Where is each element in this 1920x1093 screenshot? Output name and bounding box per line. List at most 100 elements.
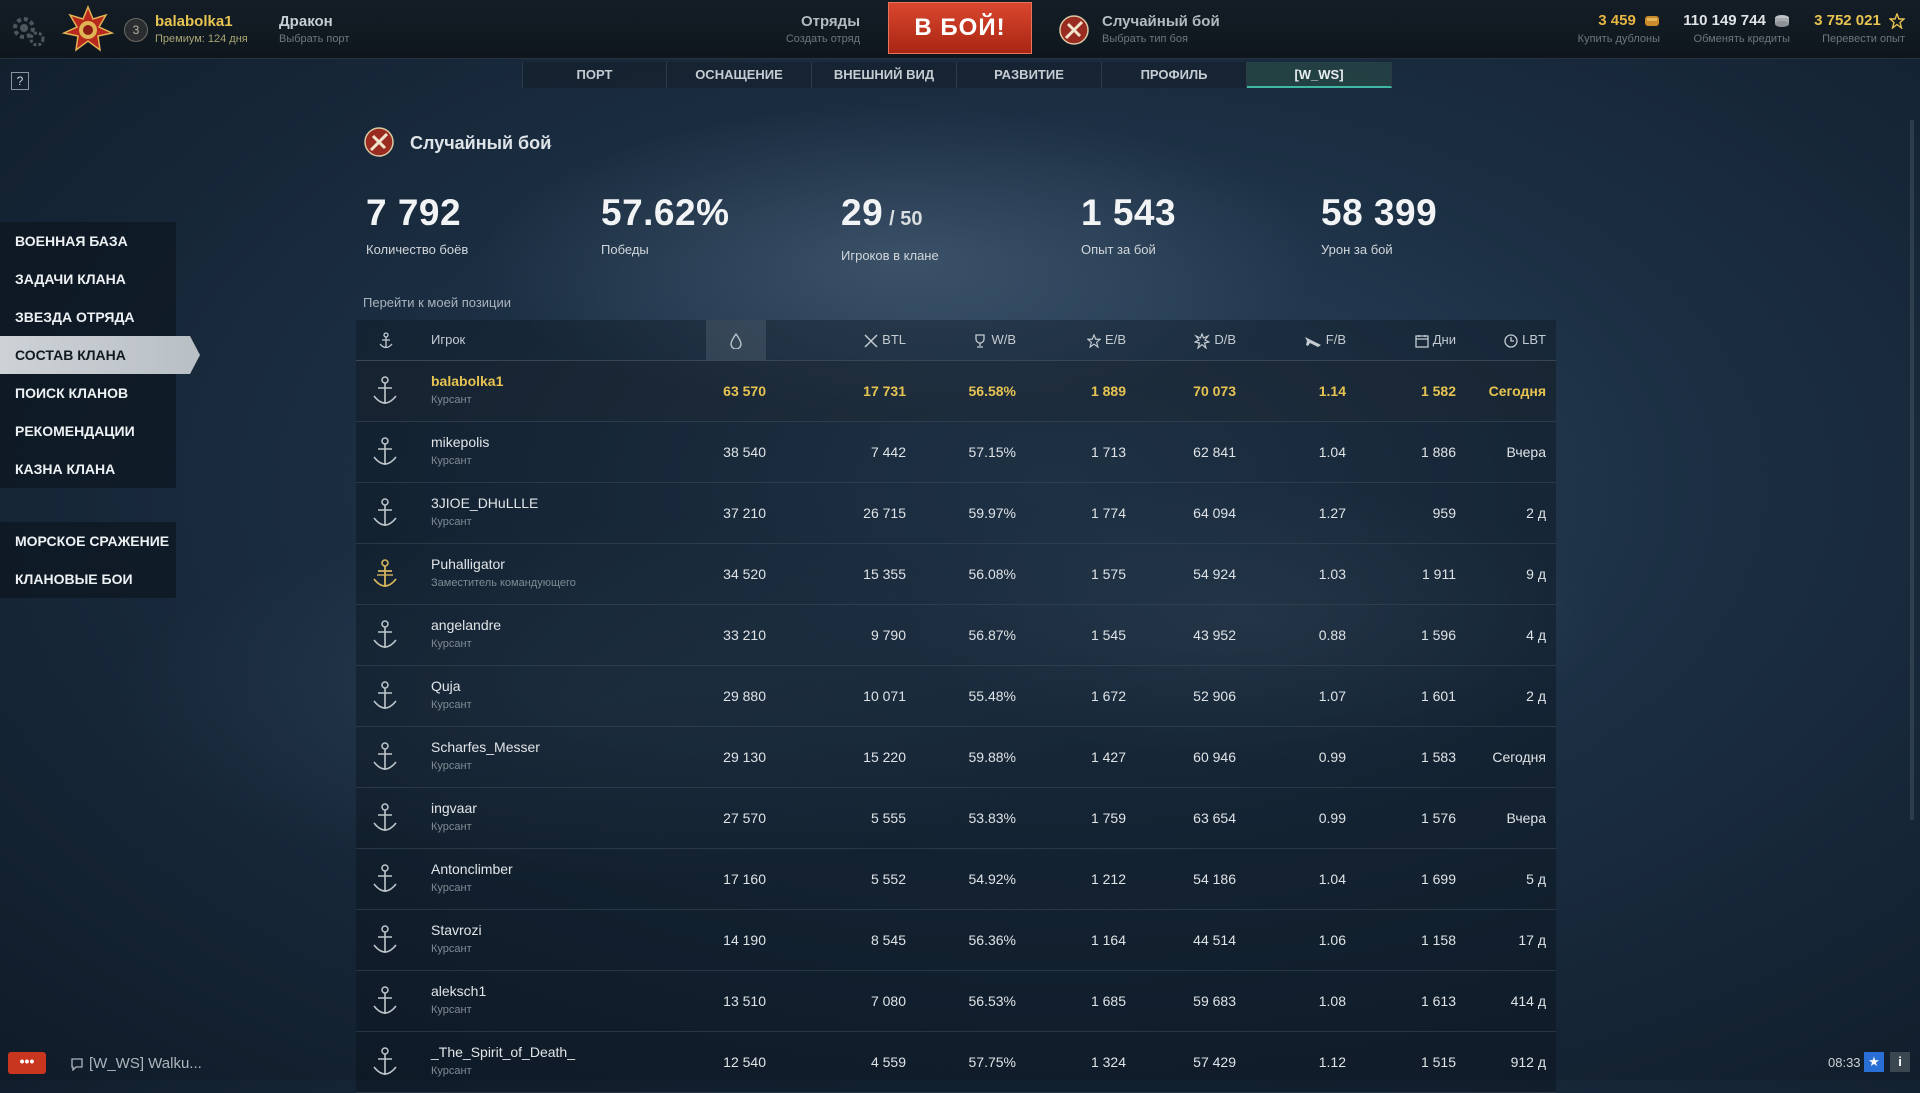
table-row[interactable]: 3JIOE_DHuLLLE Курсант 37 210 26 715 59.97% 1 … (356, 483, 1556, 544)
cell-btl: 7 442 (870, 444, 906, 460)
column-player[interactable]: Игрок (431, 320, 465, 360)
table-row[interactable]: Scharfes_Messer Курсант 29 130 15 220 59.88%… (356, 727, 1556, 788)
cell-btl: 26 715 (863, 505, 906, 521)
clan-emblem-icon[interactable] (62, 5, 114, 53)
squad-sub: Создать отряд (785, 33, 860, 45)
player-role: Курсант (431, 821, 472, 833)
sidebar-item-clan-tasks[interactable]: ЗАДАЧИ КЛАНА (0, 260, 176, 298)
cell-oil: 14 190 (723, 932, 766, 948)
chat-channel[interactable]: [W_WS] Walku... (70, 1055, 202, 1072)
random-battle-mode-icon[interactable] (363, 126, 395, 158)
main-tabs: ПОРТ ОСНАЩЕНИЕ ВНЕШНИЙ ВИД РАЗВИТИЕ ПРОФ… (522, 62, 1392, 88)
player-name[interactable]: Puhalligator (431, 556, 505, 572)
player-name[interactable]: mikepolis (431, 434, 489, 450)
cell-days: 959 (1432, 505, 1456, 521)
tab-appearance[interactable]: ВНЕШНИЙ ВИД (812, 62, 957, 88)
favorites-button[interactable]: ★ (1864, 1052, 1884, 1072)
cell-wb: 57.75% (968, 1054, 1016, 1070)
doubloons-currency[interactable]: 3 459 Купить дублоны (1560, 12, 1660, 45)
cadet-rank-icon (373, 986, 397, 1014)
cell-db: 60 946 (1193, 749, 1236, 765)
player-name[interactable]: 3JIOE_DHuLLLE (431, 495, 538, 511)
tab-profile[interactable]: ПРОФИЛЬ (1102, 62, 1247, 88)
table-row[interactable]: mikepolis Курсант 38 540 7 442 57.15% 1 713 62… (356, 422, 1556, 483)
table-row[interactable]: Antonclimber Курсант 17 160 5 552 54.92% 1 21… (356, 849, 1556, 910)
clan-members-table: Игрок BTL W/B E/B D/B F/B Дни LBT balabo… (356, 320, 1556, 1093)
column-fb[interactable]: F/B (1266, 320, 1346, 360)
column-eb[interactable]: E/B (1046, 320, 1126, 360)
table-row[interactable]: balabolka1 Курсант 63 570 17 731 56.58% 1 889… (356, 361, 1556, 422)
table-row[interactable]: _The_Spirit_of_Death_ Курсант 12 540 4 559 5… (356, 1032, 1556, 1093)
column-btl[interactable]: BTL (826, 320, 906, 360)
sidebar-item-clan-battles[interactable]: КЛАНОВЫЕ БОИ (0, 560, 176, 598)
battle-mode-title[interactable]: Случайный бой (410, 133, 551, 154)
table-row[interactable]: Stavrozi Курсант 14 190 8 545 56.36% 1 164 44 … (356, 910, 1556, 971)
free-xp-value: 3 752 021 (1814, 12, 1881, 29)
sidebar-item-clan-search[interactable]: ПОИСК КЛАНОВ (0, 374, 176, 412)
cell-db: 54 186 (1193, 871, 1236, 887)
player-name[interactable]: ingvaar (431, 800, 477, 816)
player-role: Курсант (431, 394, 472, 406)
doubloons-label: Купить дублоны (1577, 33, 1660, 45)
player-name[interactable]: Scharfes_Messer (431, 739, 540, 755)
cell-oil: 13 510 (723, 993, 766, 1009)
tab-port[interactable]: ПОРТ (522, 62, 667, 88)
player-name[interactable]: Antonclimber (431, 861, 513, 877)
tab-clan[interactable]: [W_WS] (1247, 62, 1392, 88)
table-row[interactable]: Puhalligator Заместитель командующего 34 5… (356, 544, 1556, 605)
column-rank[interactable] (374, 320, 398, 360)
ship-selector[interactable]: Дракон Выбрать порт (279, 13, 349, 45)
column-lbt[interactable]: LBT (1466, 320, 1546, 360)
cell-wb: 54.92% (968, 871, 1016, 887)
account-level-badge: 3 (124, 18, 148, 42)
player-name[interactable]: Quja (431, 678, 461, 694)
user-info[interactable]: balabolka1 Премиум: 124 дня (155, 13, 248, 45)
column-days[interactable]: Дни (1376, 320, 1456, 360)
player-name[interactable]: balabolka1 (431, 373, 503, 389)
cell-db: 43 952 (1193, 627, 1236, 643)
help-button[interactable]: ? (11, 72, 29, 90)
table-row[interactable]: angelandre Курсант 33 210 9 790 56.87% 1 545 4… (356, 605, 1556, 666)
go-to-my-position-link[interactable]: Перейти к моей позиции (363, 295, 511, 310)
sidebar-item-recommendations[interactable]: РЕКОМЕНДАЦИИ (0, 412, 176, 450)
scrollbar[interactable] (1910, 120, 1914, 820)
battle-type-selector[interactable]: Случайный бой Выбрать тип боя (1102, 13, 1220, 45)
cell-oil: 37 210 (723, 505, 766, 521)
player-name[interactable]: Stavrozi (431, 922, 482, 938)
column-eb-label: E/B (1105, 332, 1126, 347)
info-button[interactable]: i (1890, 1052, 1910, 1072)
player-name[interactable]: _The_Spirit_of_Death_ (431, 1044, 575, 1060)
column-wb[interactable]: W/B (936, 320, 1016, 360)
stat-wins: 57.62% Победы (601, 192, 730, 257)
column-oil[interactable] (706, 320, 766, 360)
tab-development[interactable]: РАЗВИТИЕ (957, 62, 1102, 88)
free-xp-currency[interactable]: 3 752 021 Перевести опыт (1800, 12, 1905, 45)
cell-db: 54 924 (1193, 566, 1236, 582)
chat-menu-button[interactable]: ••• (8, 1052, 46, 1074)
cell-btl: 5 552 (870, 871, 906, 887)
table-row[interactable]: aleksch1 Курсант 13 510 7 080 56.53% 1 685 59 … (356, 971, 1556, 1032)
cell-fb: 1.07 (1318, 688, 1346, 704)
battle-button[interactable]: В БОЙ! (888, 2, 1032, 54)
settings-gear-icon[interactable] (10, 12, 46, 48)
credits-label: Обменять кредиты (1693, 33, 1790, 45)
player-name[interactable]: aleksch1 (431, 983, 486, 999)
cell-fb: 1.06 (1318, 932, 1346, 948)
sidebar-item-naval-battle[interactable]: МОРСКОЕ СРАЖЕНИЕ (0, 522, 176, 560)
random-battle-icon[interactable] (1058, 14, 1090, 46)
cell-db: 44 514 (1193, 932, 1236, 948)
credits-currency[interactable]: 110 149 744 Обменять кредиты (1680, 12, 1790, 45)
tab-equipment[interactable]: ОСНАЩЕНИЕ (667, 62, 812, 88)
sidebar-item-squad-star[interactable]: ЗВЕЗДА ОТРЯДА (0, 298, 176, 336)
player-name[interactable]: angelandre (431, 617, 501, 633)
sidebar-item-clan-treasury[interactable]: КАЗНА КЛАНА (0, 450, 176, 488)
table-row[interactable]: ingvaar Курсант 27 570 5 555 53.83% 1 759 63 6… (356, 788, 1556, 849)
cell-db: 63 654 (1193, 810, 1236, 826)
battle-mode-dropdown-arrow[interactable]: ↓ (546, 134, 554, 151)
sidebar-item-military-base[interactable]: ВОЕННАЯ БАЗА (0, 222, 176, 260)
cell-wb: 59.97% (968, 505, 1016, 521)
sidebar-item-clan-members[interactable]: СОСТАВ КЛАНА (0, 336, 200, 374)
column-db[interactable]: D/B (1156, 320, 1236, 360)
squad-button[interactable]: Отряды Создать отряд (760, 13, 860, 45)
table-row[interactable]: Quja Курсант 29 880 10 071 55.48% 1 672 52 906… (356, 666, 1556, 727)
